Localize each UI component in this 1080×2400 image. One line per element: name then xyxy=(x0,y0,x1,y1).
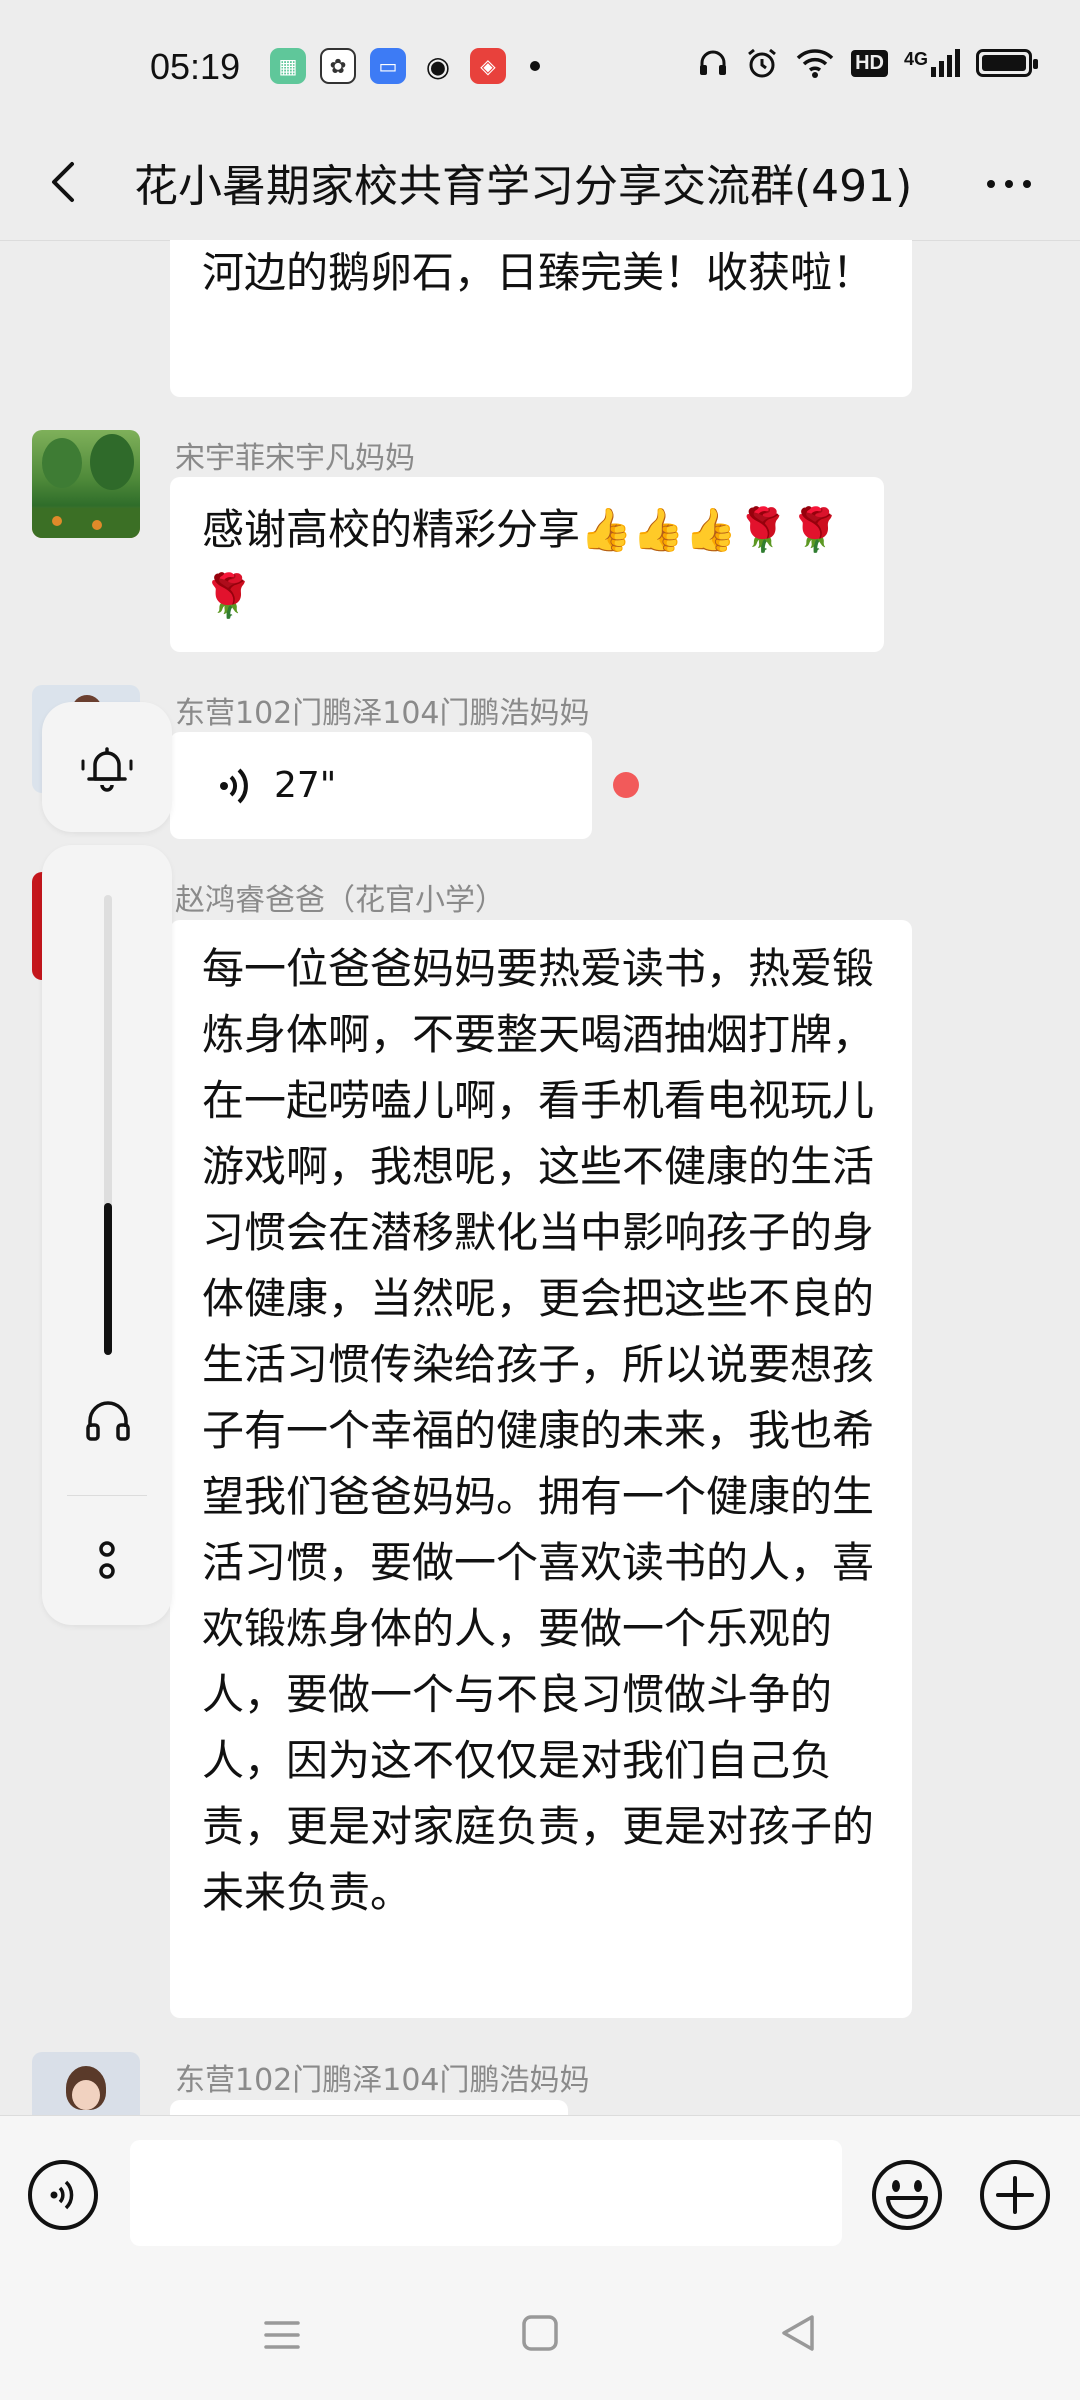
signal-icon: 4G xyxy=(904,49,960,77)
avatar[interactable] xyxy=(32,2052,140,2115)
input-bar xyxy=(0,2115,1080,2276)
voice-icon xyxy=(50,2180,74,2210)
recent-apps-icon[interactable] xyxy=(262,2315,302,2355)
volume-slider[interactable] xyxy=(104,895,112,1355)
message-bubble[interactable] xyxy=(170,2100,568,2115)
avatar[interactable] xyxy=(32,430,140,538)
message-bubble[interactable]: 感谢高校的精彩分享👍👍👍🌹🌹🌹 xyxy=(170,477,884,652)
voice-duration: 27" xyxy=(274,764,337,806)
floating-audio-player[interactable] xyxy=(42,845,172,1625)
system-nav-bar xyxy=(0,2275,1080,2400)
message-text: 每一位爸爸妈妈要热爱读书，热爱锻炼身体啊，不要整天喝酒抽烟打牌，在一起唠嗑儿啊，… xyxy=(202,944,875,1917)
app-notification-icon: ▦ xyxy=(270,48,306,84)
network-type-label: 4G xyxy=(903,49,928,69)
voice-wave-icon xyxy=(220,768,248,803)
status-bar: 05:19 ▦ ✿ ▭ ◉ ◈ HD 4G xyxy=(0,0,1080,130)
sender-name: 宋宇菲宋宇凡妈妈 xyxy=(175,441,415,476)
more-notifications-dot xyxy=(530,61,540,71)
volume-slider-fill xyxy=(104,1203,112,1355)
floating-bell-button[interactable] xyxy=(42,702,172,832)
wechat-icon: ◉ xyxy=(425,49,451,83)
home-icon[interactable] xyxy=(520,2313,560,2353)
baidu-icon: ✿ xyxy=(320,48,356,84)
message-text: 河边的鹅卵石，日臻完美！收获啦！ xyxy=(202,248,875,297)
message-icon: ▭ xyxy=(370,48,406,84)
more-icon[interactable] xyxy=(974,154,1044,214)
sender-name: 东营102门鹏泽104门鹏浩妈妈 xyxy=(175,2063,590,2098)
status-time: 05:19 xyxy=(150,46,241,87)
chat-title: 花小暑期家校共育学习分享交流群(491) xyxy=(134,161,913,212)
plus-icon[interactable] xyxy=(978,2158,1052,2232)
nav-back-icon[interactable] xyxy=(778,2311,818,2355)
wifi-icon xyxy=(796,49,834,78)
hd-icon: HD xyxy=(851,49,888,77)
alarm-icon xyxy=(748,48,777,78)
chat-header: 花小暑期家校共育学习分享交流群(491) xyxy=(0,130,1080,241)
notification-icons: ▦ ✿ ▭ ◉ ◈ xyxy=(270,48,540,84)
emoji-icon[interactable] xyxy=(870,2158,944,2232)
back-arrow-icon[interactable] xyxy=(36,152,96,212)
system-icons: HD 4G xyxy=(697,46,1038,80)
player-divider xyxy=(67,1495,147,1496)
voice-input-button[interactable] xyxy=(28,2160,98,2230)
headphones-icon[interactable] xyxy=(82,1395,134,1447)
headphones-status-icon xyxy=(700,50,727,75)
bell-icon xyxy=(81,747,133,792)
message-text: 感谢高校的精彩分享👍👍👍🌹🌹🌹 xyxy=(202,505,842,620)
gift-icon: ◈ xyxy=(470,48,506,84)
battery-icon xyxy=(976,49,1038,77)
message-input[interactable] xyxy=(130,2140,842,2246)
unread-dot xyxy=(613,772,639,798)
message-bubble[interactable]: 每一位爸爸妈妈要热爱读书，热爱锻炼身体啊，不要整天喝酒抽烟打牌，在一起唠嗑儿啊，… xyxy=(170,920,912,2018)
sender-name: 赵鸿睿爸爸（花官小学） xyxy=(175,883,505,918)
message-bubble[interactable]: 河边的鹅卵石，日臻完美！收获啦！ xyxy=(170,240,912,397)
player-more-icon[interactable] xyxy=(92,1535,122,1585)
voice-message[interactable]: 27" xyxy=(170,732,592,839)
sender-name: 东营102门鹏泽104门鹏浩妈妈 xyxy=(175,696,590,731)
